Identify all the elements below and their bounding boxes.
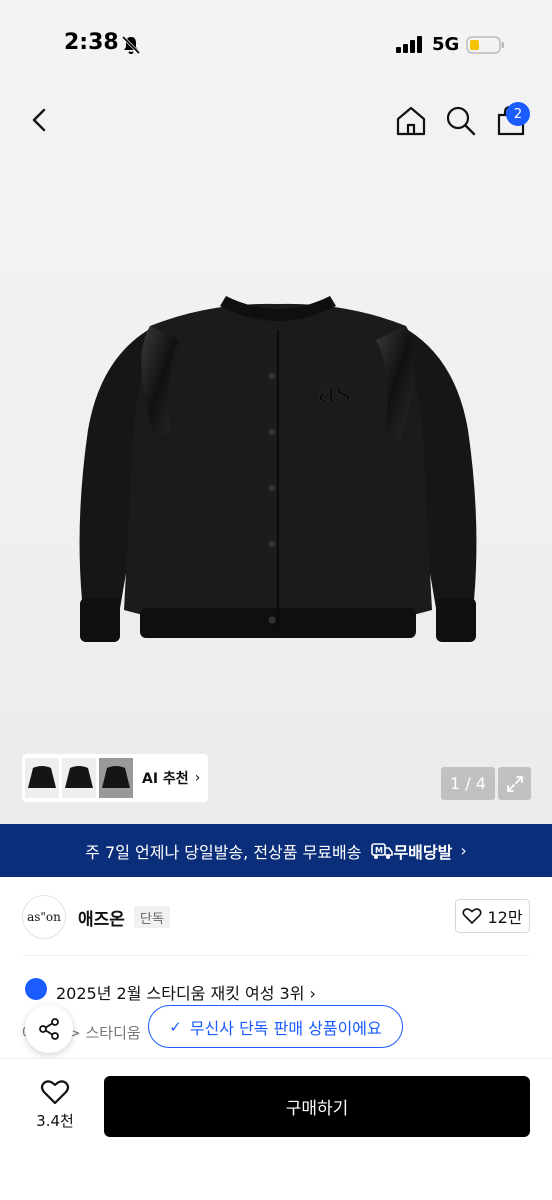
brand-like-button[interactable]: 12만 xyxy=(455,899,530,933)
heart-icon xyxy=(40,1080,70,1105)
delivery-truck-icon: M xyxy=(371,842,394,859)
expand-icon xyxy=(506,775,523,792)
network-type: 5G xyxy=(432,34,460,55)
cell-signal-icon xyxy=(396,36,424,58)
battery-icon xyxy=(466,35,506,59)
bell-muted-icon xyxy=(120,34,142,60)
check-icon: ✓ xyxy=(169,1017,182,1036)
home-button[interactable] xyxy=(394,104,428,138)
jacket-back-thumbnail-icon xyxy=(102,766,130,788)
thumbnail-2[interactable] xyxy=(62,758,96,798)
chevron-left-icon xyxy=(32,108,46,132)
chevron-right-icon: › xyxy=(460,841,467,860)
brand-logo[interactable]: as"on xyxy=(22,895,66,939)
cart-count-badge: 2 xyxy=(506,102,530,126)
jacket-thumbnail-icon xyxy=(65,766,93,788)
status-time: 2:38 xyxy=(64,30,119,55)
expand-button[interactable] xyxy=(498,767,531,800)
heart-icon xyxy=(462,908,482,925)
share-button[interactable] xyxy=(25,1005,73,1053)
banner-text: 주 7일 언제나 당일발송, 전상품 무료배송 xyxy=(85,842,362,862)
image-pager: 1 / 4 xyxy=(441,767,495,800)
jacket-thumbnail-icon xyxy=(28,766,56,788)
wishlist-button[interactable]: 3.4천 xyxy=(25,1078,85,1136)
exclusive-notice: ✓ 무신사 단독 판매 상품이에요 xyxy=(148,1005,403,1048)
chevron-right-icon: › xyxy=(194,770,201,786)
product-image[interactable]: as xyxy=(60,290,496,670)
svg-text:as: as xyxy=(318,375,351,410)
search-button[interactable] xyxy=(444,104,478,138)
wishlist-count: 3.4천 xyxy=(36,1112,74,1130)
svg-text:M: M xyxy=(375,846,383,855)
buy-button[interactable]: 구매하기 xyxy=(104,1076,530,1137)
divider xyxy=(22,955,530,956)
share-icon xyxy=(39,1018,59,1040)
free-delivery-badge: M 무배당발 xyxy=(371,839,452,863)
status-bar: 2:38 5G xyxy=(0,0,552,90)
back-button[interactable] xyxy=(24,104,56,136)
brand-name[interactable]: 애즈온 xyxy=(78,905,125,930)
thumbnail-3[interactable] xyxy=(99,758,133,798)
ranking-link[interactable]: 2025년 2월 스타디움 재킷 여성 3위 › xyxy=(56,980,316,1004)
delivery-banner[interactable]: 주 7일 언제나 당일발송, 전상품 무료배송 M 무배당발 › xyxy=(0,824,552,877)
home-icon xyxy=(396,106,426,136)
exclusive-tag: 단독 xyxy=(134,906,170,928)
ranking-icon xyxy=(25,978,47,1000)
exclusive-notice-text: 무신사 단독 판매 상품이에요 xyxy=(189,1018,382,1038)
search-icon xyxy=(446,106,476,136)
thumbnail-strip: AI 추천 › xyxy=(22,754,208,802)
badge-label: 무배당발 xyxy=(393,842,453,862)
brand-like-count: 12만 xyxy=(487,908,523,927)
thumbnail-1[interactable] xyxy=(25,758,59,798)
ai-recommend-label[interactable]: AI 추천 xyxy=(142,768,189,788)
